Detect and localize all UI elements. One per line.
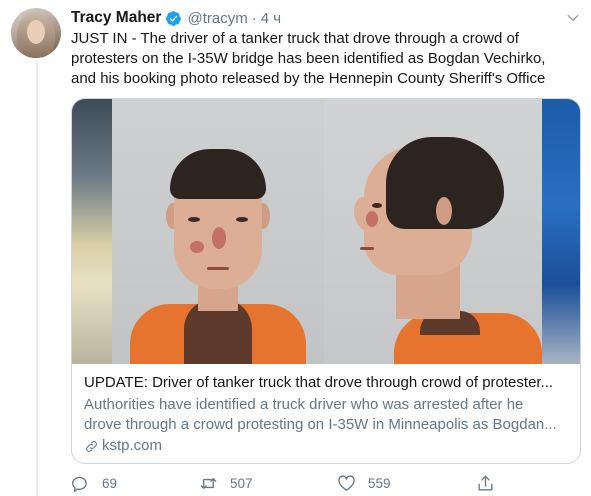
heart-icon [338,475,355,491]
tweet-actions: 69 507 559 [71,474,581,496]
link-card[interactable]: UPDATE: Driver of tanker truck that drov… [71,98,581,464]
card-title[interactable]: UPDATE: Driver of tanker truck that drov… [84,373,570,393]
card-meta: UPDATE: Driver of tanker truck that drov… [72,365,580,456]
like-count: 559 [368,476,391,491]
retweet-icon [200,478,217,489]
share-icon [478,475,493,491]
booking-photo[interactable] [72,99,580,364]
share-button[interactable] [476,474,495,493]
mugshot-side-panel [324,99,542,364]
card-description: Authorities have identified a truck driv… [84,395,570,435]
tweet-text-line: and his booking photo released by the He… [71,70,546,87]
author-name[interactable]: Tracy Maher [71,9,161,27]
photo-background-left [72,99,112,364]
retweet-count: 507 [230,476,253,491]
verified-badge-icon [166,10,182,26]
like-button[interactable]: 559 [337,474,391,493]
tweet-text-line: protesters on the I-35W bridge has been … [71,50,546,67]
tweet-header: Tracy Maher @tracym · 4 ч [71,8,281,28]
author-handle[interactable]: @tracym [187,10,247,27]
reply-button[interactable]: 69 [71,474,117,493]
card-description-line: drove through a crowd protesting on I-35… [84,416,557,433]
reply-icon [72,476,87,493]
card-domain[interactable]: kstp.com [84,436,570,456]
reply-count: 69 [102,476,118,491]
mugshot-front-panel [112,99,324,364]
tweet-text: JUST IN - The driver of a tanker truck t… [71,29,571,89]
photo-background-right [542,99,580,364]
link-icon [86,440,97,452]
tweet-timestamp[interactable]: 4 ч [261,10,281,27]
card-domain-text: kstp.com [102,437,163,454]
chevron-down-icon[interactable] [566,11,580,25]
retweet-button[interactable]: 507 [199,474,253,493]
avatar[interactable] [11,8,61,58]
card-description-line: Authorities have identified a truck driv… [84,396,524,413]
header-separator: · [251,9,257,27]
thread-line [36,60,38,496]
tweet-text-line: JUST IN - The driver of a tanker truck t… [71,30,519,47]
avatar-face [27,20,45,44]
